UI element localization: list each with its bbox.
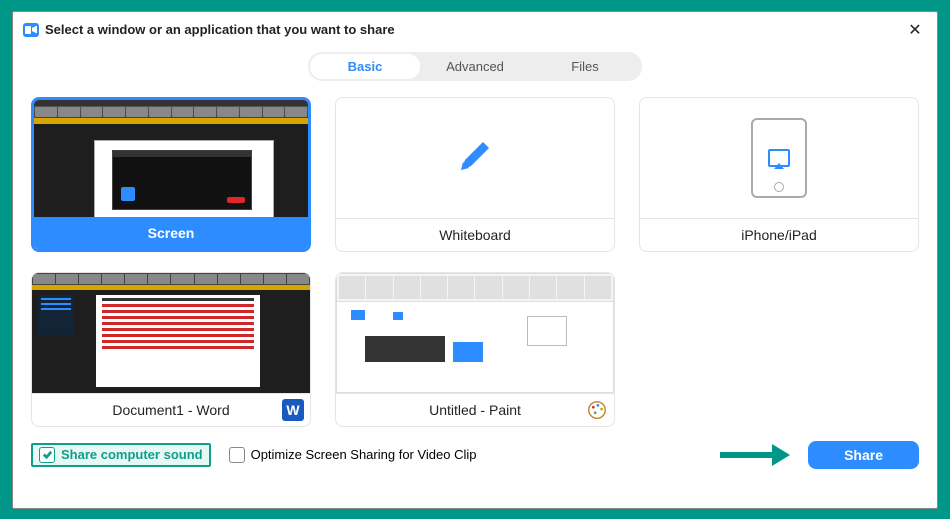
- option-paint-text: Untitled - Paint: [429, 402, 521, 418]
- checkbox-optimize-video[interactable]: Optimize Screen Sharing for Video Clip: [229, 447, 477, 463]
- ipad-icon: [751, 118, 807, 198]
- pencil-icon: [455, 136, 495, 179]
- footer: Share computer sound Optimize Screen Sha…: [13, 431, 937, 481]
- share-screen-dialog: Select a window or an application that y…: [12, 11, 938, 509]
- titlebar: Select a window or an application that y…: [13, 12, 937, 48]
- option-screen[interactable]: Screen: [31, 97, 311, 252]
- option-word-label: Document1 - Word W: [32, 393, 310, 426]
- word-icon: W: [282, 399, 304, 421]
- option-word-doc[interactable]: Document1 - Word W: [31, 272, 311, 427]
- iphone-thumbnail: [640, 98, 918, 218]
- checkmark-icon: [39, 447, 55, 463]
- zoom-icon: [23, 23, 39, 37]
- optimize-label: Optimize Screen Sharing for Video Clip: [251, 447, 477, 462]
- option-paint-label: Untitled - Paint: [336, 393, 614, 426]
- tab-advanced[interactable]: Advanced: [420, 54, 530, 79]
- share-button[interactable]: Share: [808, 441, 919, 469]
- checkbox-share-sound[interactable]: Share computer sound: [31, 443, 211, 467]
- paint-icon: [586, 399, 608, 421]
- tab-basic[interactable]: Basic: [310, 54, 420, 79]
- option-word-text: Document1 - Word: [112, 402, 229, 418]
- option-paint[interactable]: Untitled - Paint: [335, 272, 615, 427]
- share-options-grid: Screen Whiteboard iPhone/iPad: [13, 81, 937, 431]
- option-whiteboard[interactable]: Whiteboard: [335, 97, 615, 252]
- checkbox-empty-icon: [229, 447, 245, 463]
- word-thumbnail: [32, 273, 310, 393]
- option-whiteboard-label: Whiteboard: [336, 218, 614, 251]
- tab-files[interactable]: Files: [530, 54, 640, 79]
- screen-thumbnail: [34, 100, 308, 217]
- paint-thumbnail: [336, 273, 614, 393]
- option-iphone-label: iPhone/iPad: [640, 218, 918, 251]
- tabs-group: Basic Advanced Files: [308, 52, 642, 81]
- arrow-annotation: [720, 448, 790, 462]
- share-sound-label: Share computer sound: [61, 447, 203, 462]
- airplay-icon: [768, 149, 790, 167]
- dialog-title: Select a window or an application that y…: [45, 22, 395, 37]
- whiteboard-thumbnail: [336, 98, 614, 218]
- close-button[interactable]: ✕: [903, 18, 927, 42]
- tabs: Basic Advanced Files: [13, 52, 937, 81]
- option-iphone-ipad[interactable]: iPhone/iPad: [639, 97, 919, 252]
- option-screen-label: Screen: [34, 217, 308, 249]
